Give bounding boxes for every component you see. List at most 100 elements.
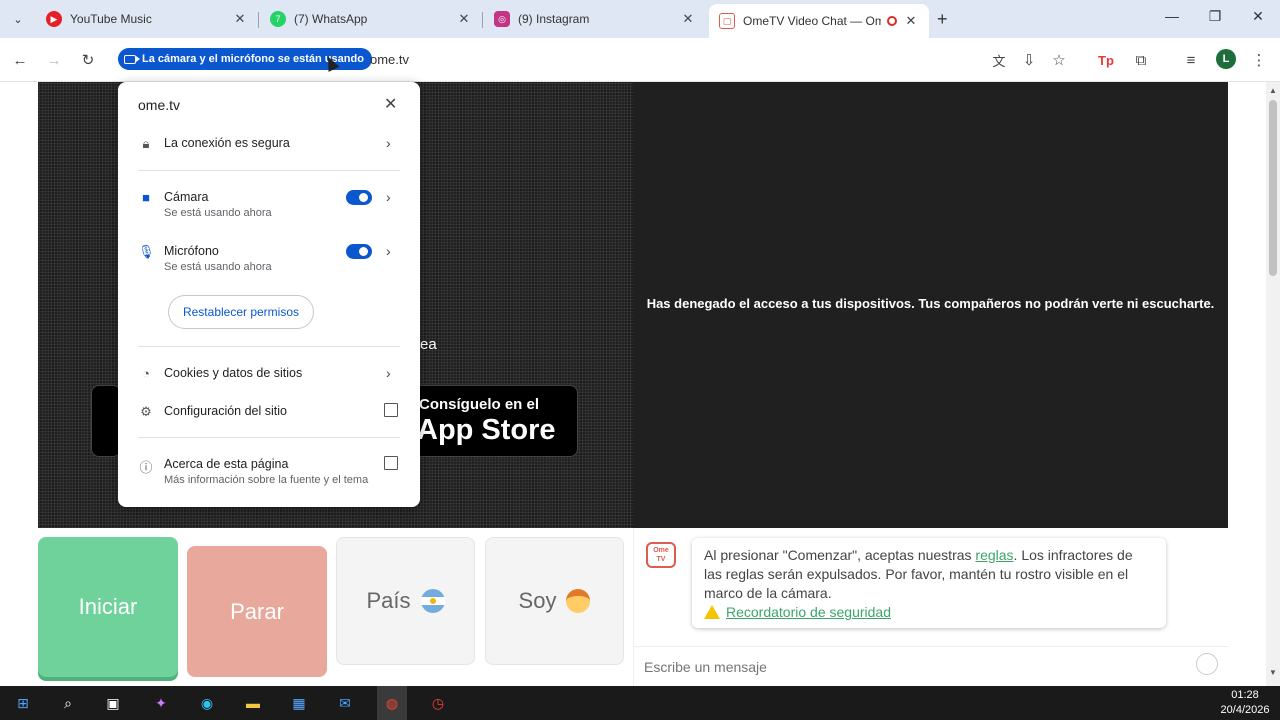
- gender-button[interactable]: Soy: [485, 537, 624, 665]
- close-icon[interactable]: ✕: [384, 94, 397, 114]
- chevron-right-icon[interactable]: ›: [386, 189, 391, 205]
- app-store-badge[interactable]: Consíguelo en el App Store: [410, 385, 578, 457]
- rules-notice: Al presionar "Comenzar", aceptas nuestra…: [692, 538, 1166, 628]
- restore-button[interactable]: ❐: [1200, 8, 1230, 25]
- popup-domain: ome.tv: [138, 97, 181, 113]
- recorder-icon[interactable]: ◷: [427, 693, 449, 713]
- chevron-right-icon: ›: [386, 365, 391, 381]
- country-label: País: [366, 588, 411, 613]
- chevron-right-icon: ›: [386, 135, 391, 151]
- scroll-up-icon[interactable]: ▲: [1269, 86, 1277, 95]
- tab-title: OmeTV Video Chat — Ome: [743, 14, 881, 28]
- page-scrollbar[interactable]: ▲ ▼: [1266, 82, 1280, 686]
- clock-date: 20/4/2026: [1220, 704, 1270, 716]
- warning-icon: [704, 605, 720, 619]
- external-link-icon: [384, 456, 398, 470]
- youtube-music-icon: ▶: [46, 11, 62, 27]
- close-window-button[interactable]: ✕: [1243, 8, 1273, 25]
- scroll-thumb[interactable]: [1269, 100, 1277, 276]
- tab-ometv[interactable]: ▢ OmeTV Video Chat — Ome ✕: [709, 4, 929, 38]
- minimize-button[interactable]: —: [1157, 8, 1187, 24]
- emoji-icon[interactable]: [1196, 653, 1218, 675]
- reset-permissions-button[interactable]: Restablecer permisos: [168, 295, 314, 329]
- boy-face-icon: [566, 589, 591, 613]
- forward-arrow-icon[interactable]: →: [44, 50, 64, 70]
- profile-avatar[interactable]: L: [1216, 49, 1236, 69]
- app-store-big-label: App Store: [417, 414, 556, 446]
- remote-video-panel: Has denegado el acceso a tus dispositivo…: [633, 82, 1228, 528]
- gear-icon: ⚙: [140, 404, 152, 419]
- app-store-small-label: Consíguelo en el: [419, 396, 540, 413]
- clock-time: 01:28: [1231, 689, 1259, 701]
- close-tab-icon[interactable]: ✕: [232, 11, 248, 27]
- microsoft-store-icon[interactable]: ▦: [288, 693, 310, 713]
- bookmark-star-icon[interactable]: ☆: [1049, 50, 1069, 70]
- extension-tp-icon[interactable]: Tp: [1096, 50, 1116, 70]
- recording-icon: [887, 16, 897, 26]
- message-input[interactable]: [644, 657, 1184, 677]
- denied-message: Has denegado el acceso a tus dispositivo…: [646, 296, 1215, 311]
- external-link-icon: [384, 403, 398, 417]
- mail-icon[interactable]: ✉: [334, 693, 356, 713]
- google-play-badge[interactable]: [91, 385, 121, 457]
- site-info-popup: ome.tv ✕ 🔒︎ La conexión es segura › ■ Cá…: [118, 82, 420, 507]
- whatsapp-icon: 7: [270, 11, 286, 27]
- instagram-icon: ◎: [494, 11, 510, 27]
- edge-icon[interactable]: ◉: [196, 693, 218, 713]
- windows-taskbar: ⊞ ⌕ ▣ ✦ ◉ ▬ ▦ ✉ ◍ ◷ 01:28 20/4/2026: [0, 686, 1280, 720]
- close-tab-icon[interactable]: ✕: [903, 13, 919, 29]
- chat-panel: Ome TV Al presionar "Comenzar", aceptas n…: [633, 528, 1229, 686]
- chevron-right-icon[interactable]: ›: [386, 243, 391, 259]
- argentina-flag-icon: [420, 589, 445, 613]
- new-tab-button[interactable]: +: [937, 9, 948, 30]
- ometv-icon: ▢: [719, 13, 735, 29]
- file-explorer-icon[interactable]: ▬: [242, 693, 264, 713]
- start-label: Iniciar: [78, 594, 138, 619]
- more-menu-icon[interactable]: ⋮: [1249, 50, 1269, 70]
- extensions-puzzle-icon[interactable]: ⧉: [1131, 50, 1151, 70]
- chrome-icon[interactable]: ◍: [381, 693, 403, 713]
- ometv-logo: Ome TV: [646, 542, 676, 568]
- safety-reminder-link[interactable]: Recordatorio de seguridad: [726, 604, 891, 620]
- rules-link[interactable]: reglas: [975, 547, 1013, 563]
- tab-instagram[interactable]: ◎ (9) Instagram ✕: [484, 4, 706, 34]
- install-app-icon[interactable]: ⇩: [1019, 50, 1039, 70]
- browser-toolbar: ← → ↻ La cámara y el micrófono se están …: [0, 38, 1280, 82]
- tab-youtube-music[interactable]: ▶ YouTube Music ✕: [36, 4, 259, 34]
- microphone-icon: 🎙︎: [138, 244, 155, 259]
- gender-label: Soy: [518, 588, 557, 613]
- translate-icon[interactable]: 文: [989, 50, 1009, 70]
- address-bar-url[interactable]: ome.tv: [370, 52, 409, 67]
- scroll-down-icon[interactable]: ▼: [1269, 668, 1277, 677]
- tab-strip: ⌄ ▶ YouTube Music ✕ 7 (7) WhatsApp ✕ ◎ (…: [0, 0, 1280, 38]
- start-button[interactable]: Iniciar: [38, 537, 178, 677]
- microphone-toggle[interactable]: [346, 244, 372, 259]
- lock-icon: 🔒︎: [142, 136, 150, 151]
- stop-button[interactable]: Parar: [187, 546, 327, 677]
- back-arrow-icon[interactable]: ←: [10, 50, 30, 70]
- camera-toggle[interactable]: [346, 190, 372, 205]
- tab-title: (9) Instagram: [518, 12, 590, 26]
- camera-icon: ■: [142, 190, 150, 205]
- close-tab-icon[interactable]: ✕: [456, 11, 472, 27]
- search-icon[interactable]: ⌕: [57, 693, 79, 713]
- info-icon: ⓘ: [139, 460, 153, 475]
- partial-text: ea: [420, 336, 437, 353]
- tab-title: YouTube Music: [70, 12, 152, 26]
- windows-start-icon[interactable]: ⊞: [12, 693, 34, 713]
- message-composer: [634, 646, 1229, 686]
- task-view-icon[interactable]: ▣: [102, 693, 124, 713]
- chevron-down-icon: ⌄: [13, 13, 23, 26]
- system-clock[interactable]: 01:28 20/4/2026: [1220, 688, 1270, 718]
- copilot-icon[interactable]: ✦: [150, 693, 172, 713]
- tab-whatsapp[interactable]: 7 (7) WhatsApp ✕: [260, 4, 483, 34]
- close-tab-icon[interactable]: ✕: [680, 11, 696, 27]
- reload-icon[interactable]: ↻: [78, 50, 98, 70]
- camera-icon: [124, 54, 140, 64]
- stop-label: Parar: [230, 598, 284, 624]
- country-button[interactable]: País: [336, 537, 475, 665]
- cookie-icon: ◔: [142, 366, 150, 381]
- media-control-icon[interactable]: ≡: [1181, 50, 1201, 70]
- tab-search-button[interactable]: ⌄: [6, 7, 30, 31]
- tab-title: (7) WhatsApp: [294, 12, 368, 26]
